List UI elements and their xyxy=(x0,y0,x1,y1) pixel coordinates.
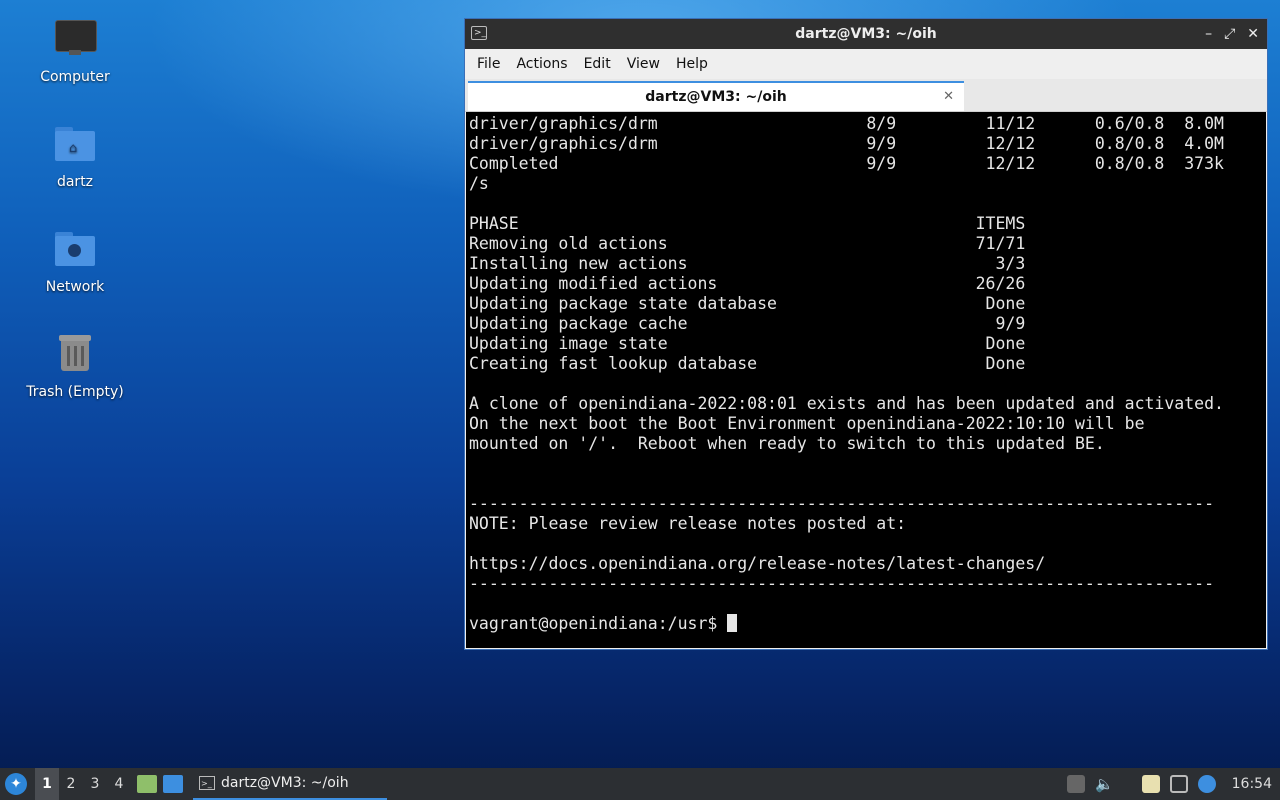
trash-icon xyxy=(51,331,99,379)
volume-icon[interactable]: 🔈 xyxy=(1095,775,1114,793)
terminal-line: Updating modified actions 26/26 xyxy=(469,274,1026,293)
terminal-line: NOTE: Please review release notes posted… xyxy=(469,514,907,533)
eject-icon[interactable] xyxy=(1066,775,1085,793)
file-manager-icon[interactable] xyxy=(137,775,157,793)
start-menu-icon[interactable]: ✦ xyxy=(5,773,27,795)
prompt-text: vagrant@openindiana:/usr$ xyxy=(469,614,728,633)
menu-edit[interactable]: Edit xyxy=(576,56,619,72)
clipboard-icon[interactable] xyxy=(1141,775,1160,793)
tab-bar: dartz@VM3: ~/oih ✕ xyxy=(465,79,1267,112)
desktop-icon-home[interactable]: ⌂ dartz xyxy=(15,121,135,191)
terminal-line: Completed 9/9 12/12 0.8/0.8 373k xyxy=(469,154,1224,173)
update-notifier-icon[interactable] xyxy=(1197,775,1216,793)
menu-view[interactable]: View xyxy=(619,56,668,72)
terminal-line: Installing new actions 3/3 xyxy=(469,254,1026,273)
tab-label: dartz@VM3: ~/oih xyxy=(645,89,787,105)
taskbar-task-terminal[interactable]: >_ dartz@VM3: ~/oih xyxy=(193,768,387,800)
desktop-icon-network[interactable]: Network xyxy=(15,226,135,296)
window-titlebar[interactable]: >_ dartz@VM3: ~/oih – ⤢ ✕ xyxy=(465,19,1267,49)
window-controls: – ⤢ ✕ xyxy=(1205,19,1259,49)
terminal-line: driver/graphics/drm 9/9 12/12 0.8/0.8 4.… xyxy=(469,134,1224,153)
terminal-line: PHASE ITEMS xyxy=(469,214,1026,233)
desktop-icon-label: Network xyxy=(45,279,105,295)
desktop-icon-computer[interactable]: Computer xyxy=(15,16,135,86)
network-icon[interactable] xyxy=(1169,775,1188,793)
terminal-line: Updating image state Done xyxy=(469,334,1026,353)
desktop-icon-label: Computer xyxy=(40,69,110,85)
terminal-icon: >_ xyxy=(471,26,487,40)
menu-file[interactable]: File xyxy=(469,56,508,72)
menu-actions[interactable]: Actions xyxy=(508,56,575,72)
terminal-line: ----------------------------------------… xyxy=(469,494,1215,513)
terminal-line: driver/graphics/drm 8/9 11/12 0.6/0.8 8.… xyxy=(469,114,1224,133)
desktop-icon-trash[interactable]: Trash (Empty) xyxy=(15,331,135,401)
desktop-icon-label: Trash (Empty) xyxy=(26,384,124,400)
menu-bar: File Actions Edit View Help xyxy=(465,49,1267,79)
task-label: dartz@VM3: ~/oih xyxy=(221,775,349,791)
show-desktop-icon[interactable] xyxy=(163,775,183,793)
terminal-line: Updating package state database Done xyxy=(469,294,1026,313)
desktop-icon-label: dartz xyxy=(56,174,94,190)
terminal-line: vagrant@openindiana:/usr$ xyxy=(469,614,1266,634)
terminal-line: On the next boot the Boot Environment op… xyxy=(469,414,1145,433)
computer-icon xyxy=(51,16,99,64)
close-button[interactable]: ✕ xyxy=(1247,19,1259,49)
workspace-2[interactable]: 2 xyxy=(59,768,83,800)
terminal-output[interactable]: driver/graphics/drm 8/9 11/12 0.6/0.8 8.… xyxy=(466,112,1266,648)
home-folder-icon: ⌂ xyxy=(51,121,99,169)
terminal-icon: >_ xyxy=(199,776,215,790)
terminal-line: A clone of openindiana-2022:08:01 exists… xyxy=(469,394,1224,413)
terminal-line: ----------------------------------------… xyxy=(469,574,1215,593)
workspace-4[interactable]: 4 xyxy=(107,768,131,800)
workspace-3[interactable]: 3 xyxy=(83,768,107,800)
window-title: dartz@VM3: ~/oih xyxy=(795,26,937,42)
tab-terminal[interactable]: dartz@VM3: ~/oih ✕ xyxy=(468,81,964,111)
terminal-line: Removing old actions 71/71 xyxy=(469,234,1026,253)
minimize-button[interactable]: – xyxy=(1205,19,1212,49)
system-tray: 🔈 16:54 xyxy=(1066,775,1280,793)
terminal-line: /s xyxy=(469,174,489,193)
menu-help[interactable]: Help xyxy=(668,56,716,72)
network-folder-icon xyxy=(51,226,99,274)
cursor xyxy=(727,614,738,632)
terminal-line: Creating fast lookup database Done xyxy=(469,354,1026,373)
terminal-line: Updating package cache 9/9 xyxy=(469,314,1026,333)
workspace-1[interactable]: 1 xyxy=(35,768,59,800)
terminal-window: >_ dartz@VM3: ~/oih – ⤢ ✕ File Actions E… xyxy=(464,18,1268,650)
tab-close-icon[interactable]: ✕ xyxy=(943,83,954,111)
maximize-button[interactable]: ⤢ xyxy=(1224,19,1235,49)
terminal-line: mounted on '/'. Reboot when ready to swi… xyxy=(469,434,1105,453)
terminal-line: https://docs.openindiana.org/release-not… xyxy=(469,554,1046,573)
clock[interactable]: 16:54 xyxy=(1232,776,1272,792)
taskbar: ✦ 1 2 3 4 >_ dartz@VM3: ~/oih 🔈 16:54 xyxy=(0,768,1280,800)
